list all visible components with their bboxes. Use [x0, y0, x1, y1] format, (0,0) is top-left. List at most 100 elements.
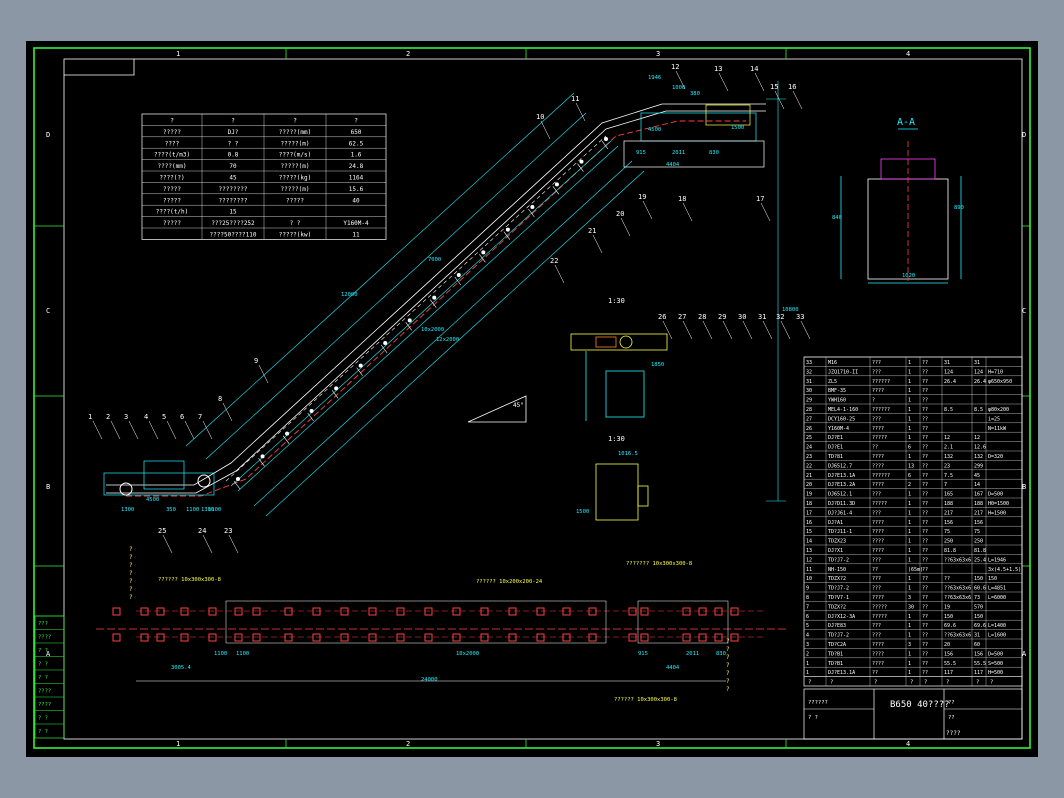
parts-cell: 20 — [806, 482, 812, 488]
parts-cell: ?????? — [872, 379, 890, 385]
anchor-pad — [156, 607, 165, 616]
param-cell: 1.6 — [351, 152, 362, 159]
parts-cell: ?? — [872, 567, 878, 573]
vertical-note-char: ? — [726, 638, 730, 645]
param-cell: ????? — [286, 197, 304, 204]
parts-cell: L=6000 — [988, 595, 1006, 601]
leader-line — [540, 120, 551, 140]
callout-number: 26 — [658, 313, 666, 321]
parts-cell: YWH160 — [828, 398, 846, 404]
leader-line — [554, 264, 565, 284]
vertical-note-char: ? — [129, 554, 133, 561]
parts-cell: 3x(4.5+1.5) — [988, 567, 1021, 573]
parts-footer-cell: ? — [976, 680, 979, 686]
param-cell: ? — [170, 118, 174, 125]
param-cell: ????(?) — [159, 175, 184, 182]
parts-cell: 8.5 — [974, 407, 983, 413]
angle-label: 45° — [513, 402, 524, 409]
parts-cell: 132 — [974, 454, 983, 460]
param-cell: 70 — [229, 163, 237, 170]
zone-row-label: C — [46, 307, 50, 315]
parts-cell: ?? — [922, 416, 928, 422]
callout-number: 4 — [144, 413, 148, 421]
leader-line — [774, 90, 785, 110]
parts-cell: 27 — [806, 416, 812, 422]
anchor-pad — [340, 607, 349, 616]
corner-tab — [64, 59, 135, 76]
parts-cell: ??? — [872, 633, 881, 639]
param-cell: ????(m/s) — [279, 152, 312, 159]
parts-cell: TD?V7-1 — [828, 595, 849, 601]
idler-mark — [309, 409, 314, 413]
idler-mark — [554, 182, 559, 187]
leader-line — [682, 320, 693, 340]
zone-col-label: 3 — [656, 50, 660, 58]
parts-cell: 2.1 — [944, 445, 953, 451]
dimension-text: 1000 — [672, 85, 685, 91]
parts-cell: 156 — [944, 651, 953, 657]
parts-cell: 60 — [974, 642, 980, 648]
callout-number: 29 — [718, 313, 726, 321]
param-cell: ? — [231, 118, 235, 125]
parts-cell: ??? — [872, 586, 881, 592]
parts-cell: 188 — [974, 501, 983, 507]
parts-cell: 17 — [806, 510, 812, 516]
parts-cell: ??63x63x6 — [944, 557, 971, 563]
parts-cell: L=1600 — [988, 633, 1006, 639]
dimension-text: 2011 — [672, 150, 685, 156]
leader-line — [92, 420, 103, 440]
parts-cell: 81.8 — [974, 548, 986, 554]
callout-number: 27 — [678, 313, 686, 321]
param-cell: ?????(m) — [281, 140, 310, 147]
parts-cell: ?? — [922, 473, 928, 479]
parts-cell: DJ?E13.2A — [828, 482, 855, 488]
parts-cell: 26.4 — [944, 379, 956, 385]
param-cell: ????(mm) — [158, 163, 187, 170]
vertical-note-char: ? — [726, 662, 730, 669]
parts-cell: ?? — [922, 661, 928, 667]
anchor-pad — [536, 607, 545, 616]
parts-cell: ?? — [922, 539, 928, 545]
parts-cell: 55.5 — [974, 661, 986, 667]
anchor-pad — [452, 633, 461, 642]
parts-cell: ???? — [872, 595, 884, 601]
left-tab-text: ???? — [38, 689, 51, 695]
parts-cell: 6 — [908, 473, 911, 479]
parts-cell: 30 — [908, 604, 914, 610]
parts-cell: ????? — [872, 501, 887, 507]
parts-cell: ?? — [922, 463, 928, 469]
vertical-note-char: ? — [129, 570, 133, 577]
parts-cell: ?? — [922, 670, 928, 676]
parts-footer-cell: ? — [924, 680, 927, 686]
parts-cell: ??? — [872, 369, 881, 375]
parts-cell: ZL5 — [828, 379, 837, 385]
left-tabs: ??????? ? ? ? ? ? ????????? ? ? ? ? — [34, 615, 65, 739]
parts-cell: DJ?X1 — [828, 548, 843, 554]
parts-cell: 250 — [944, 539, 953, 545]
parts-cell: ?? — [922, 407, 928, 413]
parts-cell: ????? — [872, 614, 887, 620]
parts-cell: 2 — [908, 482, 911, 488]
zone-row-label: D — [1022, 131, 1026, 139]
parts-cell: ????? — [872, 435, 887, 441]
parts-cell: ???? — [872, 651, 884, 657]
callout-number: 8 — [218, 395, 222, 403]
leader-line — [592, 234, 603, 254]
parts-cell: ???? — [872, 388, 884, 394]
parts-cell: 18 — [806, 501, 812, 507]
parts-cell: 23 — [944, 463, 950, 469]
parts-cell: ?? — [922, 510, 928, 516]
parts-cell: 21 — [806, 473, 812, 479]
parts-cell: 81.8 — [944, 548, 956, 554]
parts-cell: H=1500 — [988, 510, 1006, 516]
leader-line — [754, 72, 765, 92]
parts-cell: 1 — [908, 454, 911, 460]
parts-cell: ?? — [922, 379, 928, 385]
parts-cell: φ80x200 — [988, 407, 1009, 413]
param-cell: ????50????110 — [210, 232, 257, 239]
parts-cell: φ650x950 — [988, 379, 1012, 385]
parts-cell: ??? — [872, 510, 881, 516]
callout-number: 19 — [638, 193, 646, 201]
foundation-label: ?????? 10x200x200-24 — [476, 579, 543, 585]
parts-cell: 31 — [944, 360, 950, 366]
